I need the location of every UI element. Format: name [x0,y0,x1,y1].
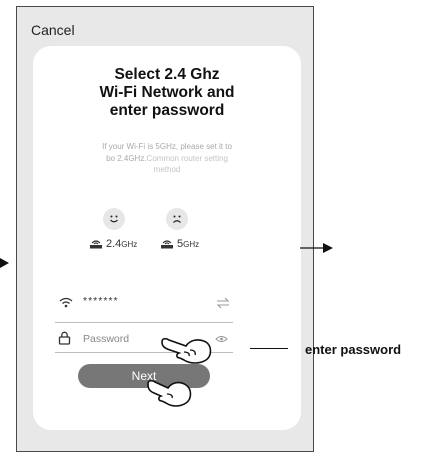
annotation-label: enter password [305,342,402,357]
page-title: Select 2.4 Ghz Wi-Fi Network and enter p… [99,66,235,119]
wifi-field-underline [55,322,233,323]
happy-face-icon [103,208,125,230]
router-setting-link[interactable]: Common router setting [147,154,228,163]
sad-face-icon [166,208,188,230]
lock-icon [58,331,71,345]
next-step-arrow-icon [300,243,333,253]
router-icon [90,240,102,249]
incoming-arrow-icon [0,258,9,268]
band-24ghz: 2.4GHz [89,238,137,250]
router-icon [161,240,173,249]
wifi-hint-text: If your Wi-Fi is 5GHz, please set it to … [102,142,232,174]
switch-arrows-icon[interactable] [216,297,230,309]
annotation-pointer-line [250,348,288,349]
cancel-button[interactable]: Cancel [31,22,75,38]
wifi-icon [59,297,73,308]
wifi-name-field[interactable]: ******* [83,295,119,307]
eye-icon[interactable] [215,335,228,343]
band-5ghz: 5GHz [160,238,199,250]
pointing-hand-icon [147,379,192,407]
pointing-hand-icon [161,337,212,364]
password-field[interactable]: Password [83,333,129,345]
